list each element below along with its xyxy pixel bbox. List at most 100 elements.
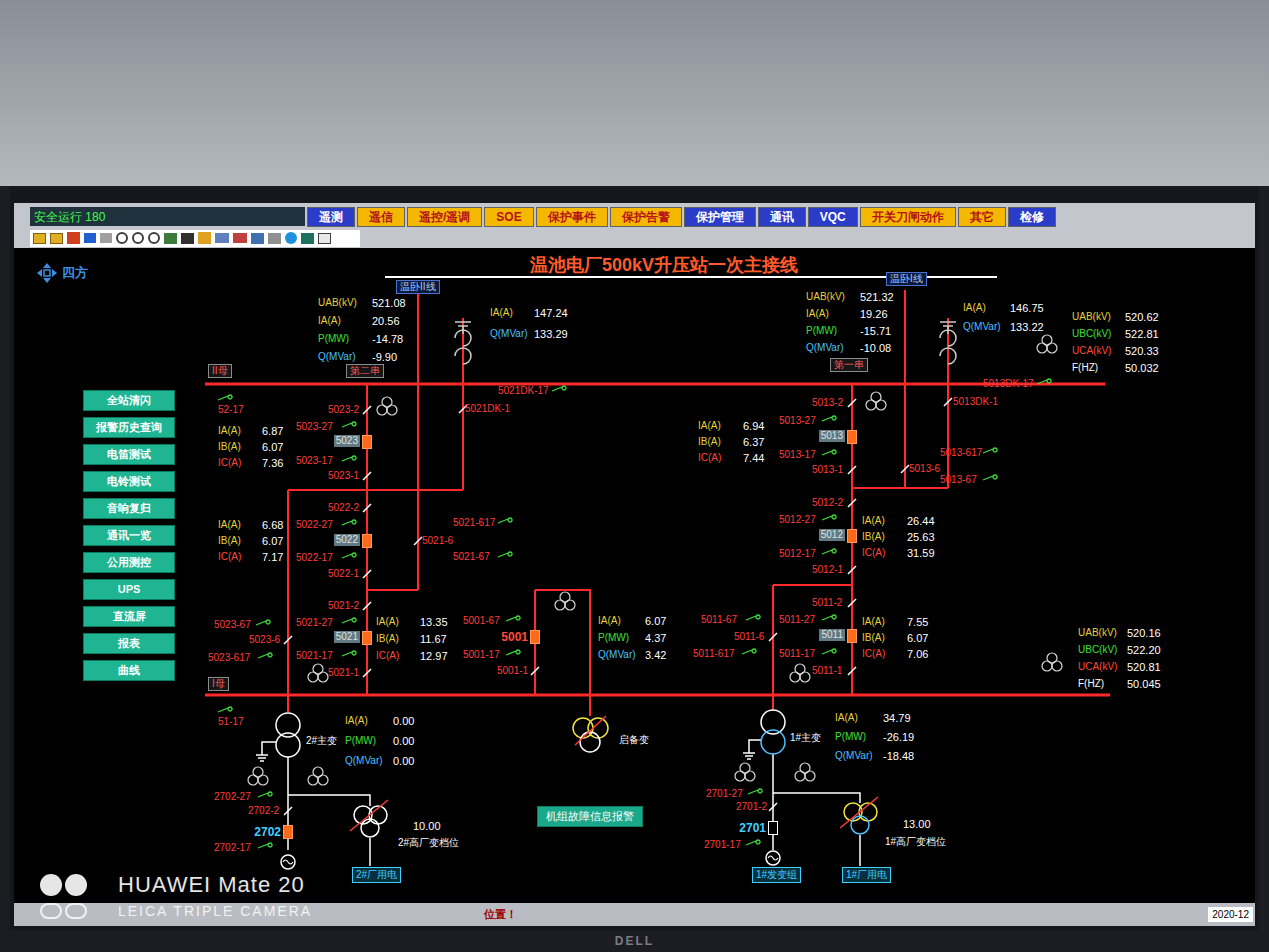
side-button[interactable]: 直流屏 — [83, 606, 175, 627]
run-status: 安全运行 180 — [30, 207, 305, 226]
network-icon[interactable] — [251, 233, 264, 244]
measurement-name: IC(A) — [218, 551, 241, 563]
voltage-transformer-icon — [248, 767, 268, 785]
measurement-value: 6.37 — [743, 436, 764, 448]
measurement-name: IB(A) — [218, 535, 241, 547]
zoom-icon[interactable] — [116, 232, 128, 244]
voltage-transformer-icon — [735, 763, 755, 781]
tab[interactable]: SOE — [484, 207, 533, 227]
equipment-label: 1#主变 — [790, 732, 821, 744]
measurement-name: IA(A) — [218, 519, 241, 531]
back-icon[interactable] — [84, 233, 96, 243]
breaker-switch[interactable] — [768, 821, 778, 835]
binoculars-icon[interactable] — [181, 233, 194, 244]
measurement-name: UCA(kV) — [1072, 345, 1111, 357]
measurement-value: -14.78 — [372, 333, 403, 345]
tag-label: I母 — [208, 677, 229, 691]
switch-label: 5023-6 — [249, 634, 280, 646]
tab[interactable]: 其它 — [958, 207, 1006, 227]
tab[interactable]: 通讯 — [758, 207, 806, 227]
tab[interactable]: 保护管理 — [684, 207, 756, 227]
side-button[interactable]: 音响复归 — [83, 498, 175, 519]
zoom-out-icon[interactable] — [148, 232, 160, 244]
side-button[interactable]: 报表 — [83, 633, 175, 654]
side-button[interactable]: UPS — [83, 579, 175, 600]
transformer-winding-icon — [1042, 335, 1052, 345]
measurement-name: UAB(kV) — [318, 297, 357, 309]
monitor-screen: 安全运行 180 遥测遥信遥控/遥调SOE保护事件保护告警保护管理通讯VQC开关… — [10, 186, 1259, 930]
breaker-label: 5012 — [819, 529, 845, 541]
measurement-name: Q(MVar) — [806, 342, 844, 354]
tab[interactable]: 开关刀闸动作 — [860, 207, 956, 227]
switch-label: 52-17 — [218, 404, 244, 416]
switch-label: 5023-2 — [328, 404, 359, 416]
breaker-switch[interactable] — [362, 631, 372, 645]
copy-icon[interactable] — [268, 233, 281, 244]
breaker-switch[interactable] — [530, 630, 540, 644]
view-icon[interactable] — [164, 233, 177, 244]
transformer-winding-icon — [740, 763, 750, 773]
breaker-switch[interactable] — [847, 529, 857, 543]
switch-label: 5013-617 — [940, 447, 982, 459]
tab[interactable]: 遥测 — [307, 207, 355, 227]
breaker-switch[interactable] — [362, 435, 372, 449]
measurement-value: 25.63 — [907, 531, 935, 543]
breaker-label: 5001 — [501, 630, 528, 644]
measurement-name: Q(MVar) — [963, 321, 1001, 333]
side-button[interactable]: 通讯一览 — [83, 525, 175, 546]
breaker-switch[interactable] — [847, 629, 857, 643]
side-button[interactable]: 全站清闪 — [83, 390, 175, 411]
switch-label: 2701-17 — [704, 839, 741, 851]
home-icon[interactable] — [67, 232, 80, 244]
side-button[interactable]: 公用测控 — [83, 552, 175, 573]
switch-label: 5022-17 — [296, 552, 333, 564]
measurement-value: 7.36 — [262, 457, 283, 469]
side-button[interactable]: 电铃测试 — [83, 471, 175, 492]
breaker-switch[interactable] — [362, 534, 372, 548]
measurement-value: 522.20 — [1127, 644, 1161, 656]
tab[interactable]: 遥信 — [357, 207, 405, 227]
zoom-in-icon[interactable] — [132, 232, 144, 244]
value-label: 13.00 — [903, 818, 931, 830]
measurement-value: 6.07 — [645, 615, 666, 627]
measurement-name: Q(MVar) — [490, 328, 528, 340]
measurement-name: IC(A) — [862, 648, 885, 660]
header: 安全运行 180 遥测遥信遥控/遥调SOE保护事件保护告警保护管理通讯VQC开关… — [14, 203, 1255, 248]
alarm-button[interactable]: 机组故障信息报警 — [537, 806, 643, 827]
chart-icon[interactable] — [233, 233, 247, 243]
side-button[interactable]: 曲线 — [83, 660, 175, 681]
transformer-winding-icon — [382, 397, 392, 407]
open-folder-icon[interactable] — [33, 233, 46, 244]
transformer-winding-icon — [871, 392, 881, 402]
transformer-winding-icon — [313, 664, 323, 674]
side-button[interactable]: 电笛测试 — [83, 444, 175, 465]
tag-label: 第一串 — [830, 358, 868, 372]
tab[interactable]: 遥控/遥调 — [407, 207, 482, 227]
tab[interactable]: VQC — [808, 207, 858, 227]
breaker-switch[interactable] — [283, 825, 293, 839]
transformer-winding-icon — [1047, 653, 1057, 663]
tab[interactable]: 检修 — [1008, 207, 1056, 227]
globe-icon[interactable] — [285, 232, 297, 244]
measurement-name: IA(A) — [318, 315, 341, 327]
grid-icon[interactable] — [318, 233, 331, 244]
measurement-name: Q(MVar) — [835, 750, 873, 762]
switch-label: 5011-67 — [701, 614, 737, 626]
print-icon[interactable] — [301, 233, 314, 244]
tab[interactable]: 保护告警 — [610, 207, 682, 227]
forward-icon[interactable] — [100, 233, 112, 243]
layer-icon[interactable] — [215, 233, 229, 243]
folder-icon[interactable] — [50, 233, 63, 244]
switch-label: 5022-2 — [328, 502, 359, 514]
measurement-name: IC(A) — [698, 452, 721, 464]
tab[interactable]: 保护事件 — [536, 207, 608, 227]
voltage-transformer-icon — [377, 397, 397, 415]
hand-icon[interactable] — [198, 232, 211, 244]
measurement-name: UBC(kV) — [1072, 328, 1111, 340]
breaker-switch[interactable] — [847, 430, 857, 444]
switch-label: 2701-2 — [736, 801, 767, 813]
switch-label: 5021-617 — [453, 517, 495, 529]
measurement-value: 7.17 — [262, 551, 283, 563]
switch-label: 2701-27 — [706, 788, 743, 800]
side-button[interactable]: 报警历史查询 — [83, 417, 175, 438]
